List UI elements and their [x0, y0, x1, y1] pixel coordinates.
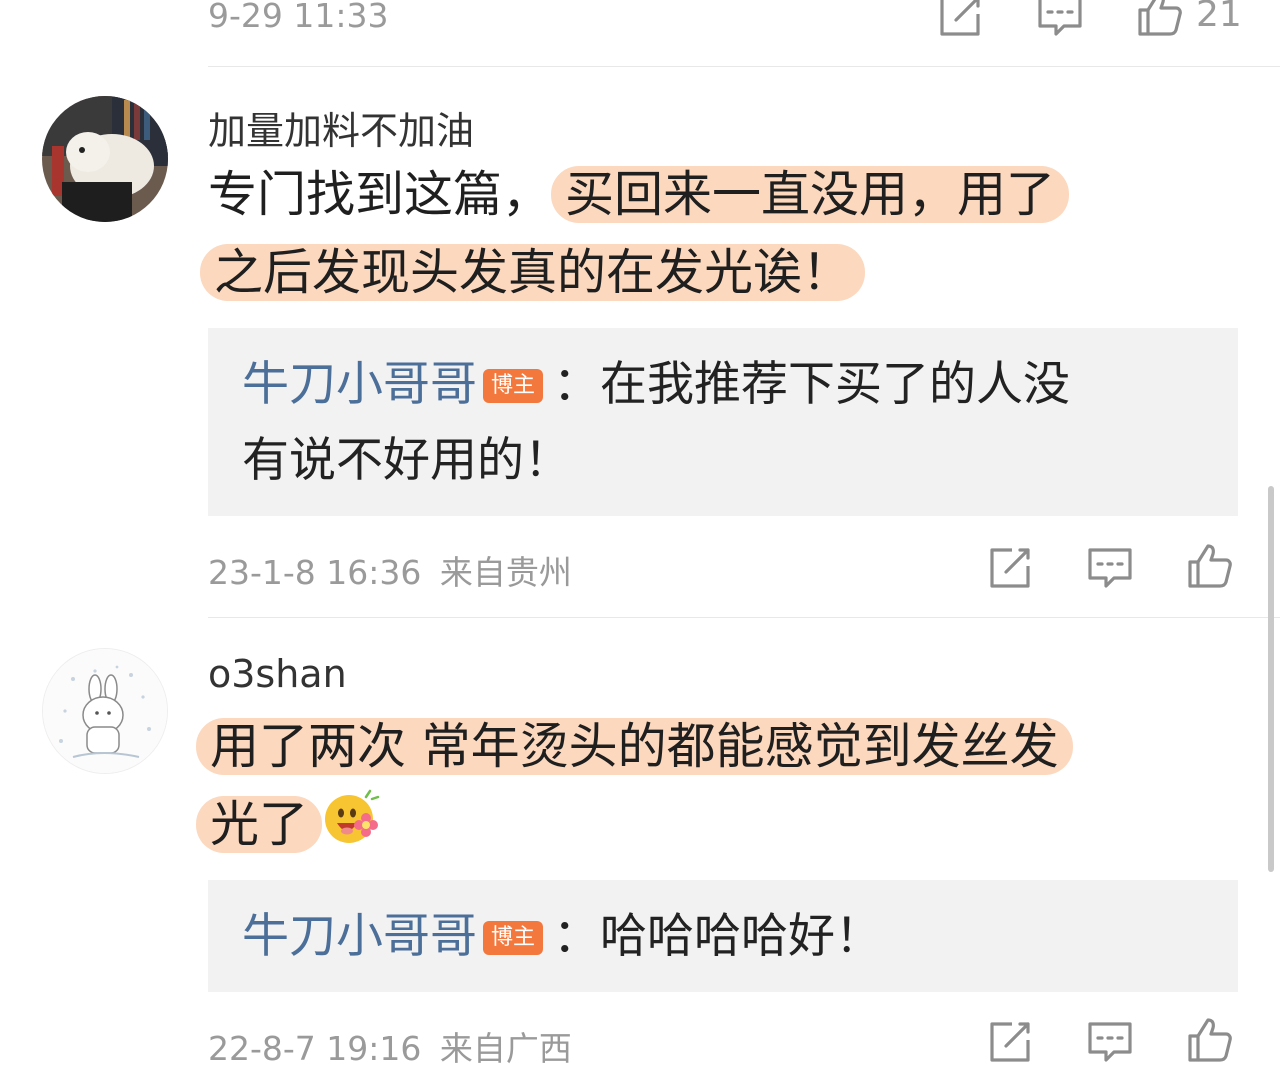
comment-text: 专门找到这篇， — [208, 166, 552, 223]
comment-location: 来自贵州 — [439, 553, 572, 592]
reply-text: ：哈哈哈哈好！ — [553, 909, 883, 964]
comment-meta: 23-1-8 16:36 来自贵州 — [208, 546, 572, 594]
scrollbar[interactable] — [1268, 486, 1274, 872]
reply-box[interactable]: 牛刀小哥哥 博主 ：在我推荐下买了的人没 有说不好用的！ — [208, 328, 1238, 516]
author-badge: 博主 — [483, 369, 544, 403]
comment-timestamp: 22-8-7 19:16 — [208, 1029, 422, 1068]
highlighted-text: 光了 — [196, 796, 323, 853]
comment-icon[interactable] — [1086, 1018, 1134, 1066]
reply-line-2: 有说不好用的！ — [242, 424, 571, 498]
highlighted-text: 之后发现头发真的在发光诶！ — [200, 244, 866, 301]
comment-body-line-1: 专门找到这篇， 买回来一直没用，用了 — [208, 156, 1070, 234]
repost-icon[interactable] — [986, 544, 1034, 592]
reply-author[interactable]: 牛刀小哥哥 — [242, 357, 477, 412]
reply-line-1: 牛刀小哥哥 博主 ：哈哈哈哈好！ — [242, 900, 882, 974]
comment-icon[interactable] — [1086, 544, 1134, 592]
comment-body-line-2: 之后发现头发真的在发光诶！ — [200, 234, 866, 312]
divider — [208, 66, 1280, 67]
flower-smile-emoji — [322, 789, 380, 847]
author-badge: 博主 — [483, 921, 544, 955]
avatar[interactable] — [42, 648, 168, 774]
reply-text: 有说不好用的！ — [242, 433, 571, 488]
highlighted-text: 用了两次 常年烫头的都能感觉到发丝发 — [196, 718, 1073, 775]
comment-body-line-2: 光了 — [196, 786, 380, 864]
highlighted-text: 买回来一直没用，用了 — [551, 166, 1070, 223]
divider — [208, 617, 1280, 618]
repost-icon[interactable] — [936, 0, 984, 40]
comment-username[interactable]: 加量加料不加油 — [208, 100, 474, 155]
reply-author[interactable]: 牛刀小哥哥 — [242, 909, 477, 964]
comment-icon[interactable] — [1036, 0, 1084, 40]
reply-text: ：在我推荐下买了的人没 — [553, 357, 1071, 412]
thumbs-up-icon[interactable] — [1186, 542, 1234, 590]
comment-timestamp: 23-1-8 16:36 — [208, 553, 422, 592]
thumbs-up-icon[interactable] — [1186, 1016, 1234, 1064]
like-count: 21 — [1196, 0, 1242, 35]
avatar[interactable] — [42, 96, 168, 222]
comment-meta: 22-8-7 19:16 来自广西 — [208, 1022, 572, 1070]
repost-icon[interactable] — [986, 1018, 1034, 1066]
reply-line-1: 牛刀小哥哥 博主 ：在我推荐下买了的人没 — [242, 348, 1070, 422]
thumbs-up-icon[interactable] — [1136, 0, 1184, 38]
comment-body-line-1: 用了两次 常年烫头的都能感觉到发丝发 — [196, 708, 1073, 786]
comment-location: 来自广西 — [439, 1029, 572, 1068]
reply-box[interactable]: 牛刀小哥哥 博主 ：哈哈哈哈好！ — [208, 880, 1238, 992]
top-timestamp: 9-29 11:33 — [208, 0, 389, 35]
comment-username[interactable]: o3shan — [208, 652, 347, 696]
